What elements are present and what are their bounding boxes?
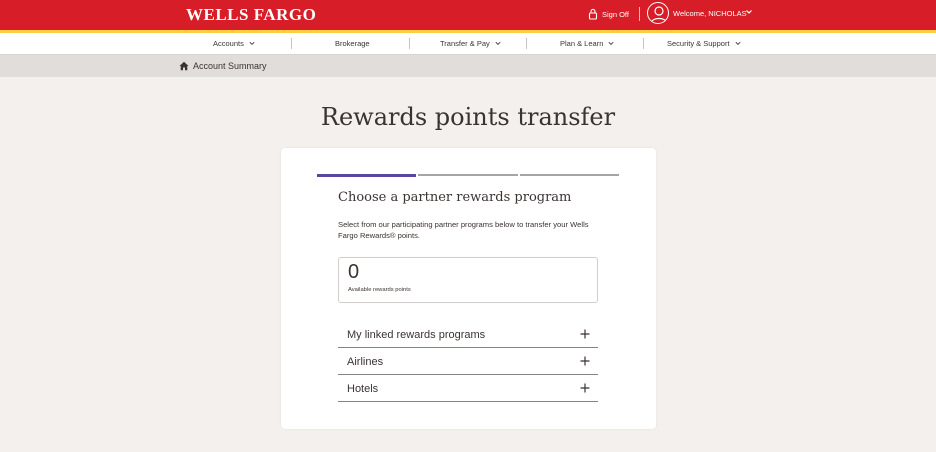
breadcrumb-account-summary[interactable]: Account Summary — [193, 61, 267, 71]
nav-label: Brokerage — [335, 39, 370, 48]
sign-off-label: Sign Off — [602, 9, 629, 19]
card-description: Select from our participating partner pr… — [338, 220, 589, 240]
chevron-down-icon — [735, 41, 741, 46]
nav-divider — [643, 38, 644, 49]
chevron-down-icon — [608, 41, 614, 46]
accordion-label: Airlines — [347, 356, 384, 368]
user-avatar-icon[interactable] — [647, 2, 669, 24]
chevron-down-icon[interactable] — [745, 8, 753, 16]
rewards-transfer-card: Choose a partner rewards program Select … — [281, 148, 656, 429]
breadcrumb: Account Summary — [0, 55, 936, 77]
card-heading: Choose a partner rewards program — [338, 190, 572, 205]
plus-icon[interactable] — [580, 329, 590, 339]
sign-off-link[interactable]: Sign Off — [588, 8, 629, 20]
available-points-box: 0 Available rewards points — [338, 257, 598, 303]
nav-label: Security & Support — [667, 39, 730, 48]
nav-accounts[interactable]: Accounts — [213, 39, 255, 48]
plus-icon[interactable] — [580, 383, 590, 393]
progress-step-3 — [520, 174, 619, 176]
lock-icon — [588, 8, 598, 20]
accordion-linked-programs[interactable]: My linked rewards programs — [338, 321, 598, 348]
accordion-label: My linked rewards programs — [347, 329, 486, 341]
points-label: Available rewards points — [348, 287, 411, 293]
header-divider — [639, 7, 640, 21]
nav-divider — [409, 38, 410, 49]
nav-transfer-pay[interactable]: Transfer & Pay — [440, 39, 501, 48]
wells-fargo-logo[interactable]: WELLS FARGO — [186, 5, 316, 25]
accordion-airlines[interactable]: Airlines — [338, 348, 598, 375]
nav-divider — [526, 38, 527, 49]
plus-icon[interactable] — [580, 356, 590, 366]
points-value: 0 — [348, 261, 360, 283]
chevron-down-icon — [495, 41, 501, 46]
nav-brokerage[interactable]: Brokerage — [335, 39, 370, 48]
progress-step-2 — [418, 174, 518, 176]
chevron-down-icon — [249, 41, 255, 46]
progress-step-1 — [317, 174, 416, 177]
nav-label: Accounts — [213, 39, 244, 48]
accordion-label: Hotels — [347, 383, 379, 395]
nav-label: Transfer & Pay — [440, 39, 490, 48]
nav-label: Plan & Learn — [560, 39, 604, 48]
nav-divider — [291, 38, 292, 49]
home-icon[interactable] — [179, 61, 189, 71]
nav-plan-learn[interactable]: Plan & Learn — [560, 39, 614, 48]
main-nav: Accounts Brokerage Transfer & Pay Plan &… — [0, 33, 936, 55]
nav-security-support[interactable]: Security & Support — [667, 39, 741, 48]
page-title: Rewards points transfer — [320, 103, 616, 131]
welcome-menu[interactable]: Welcome, NICHOLAS — [673, 9, 747, 18]
top-bar — [0, 0, 936, 30]
accordion-hotels[interactable]: Hotels — [338, 375, 598, 402]
